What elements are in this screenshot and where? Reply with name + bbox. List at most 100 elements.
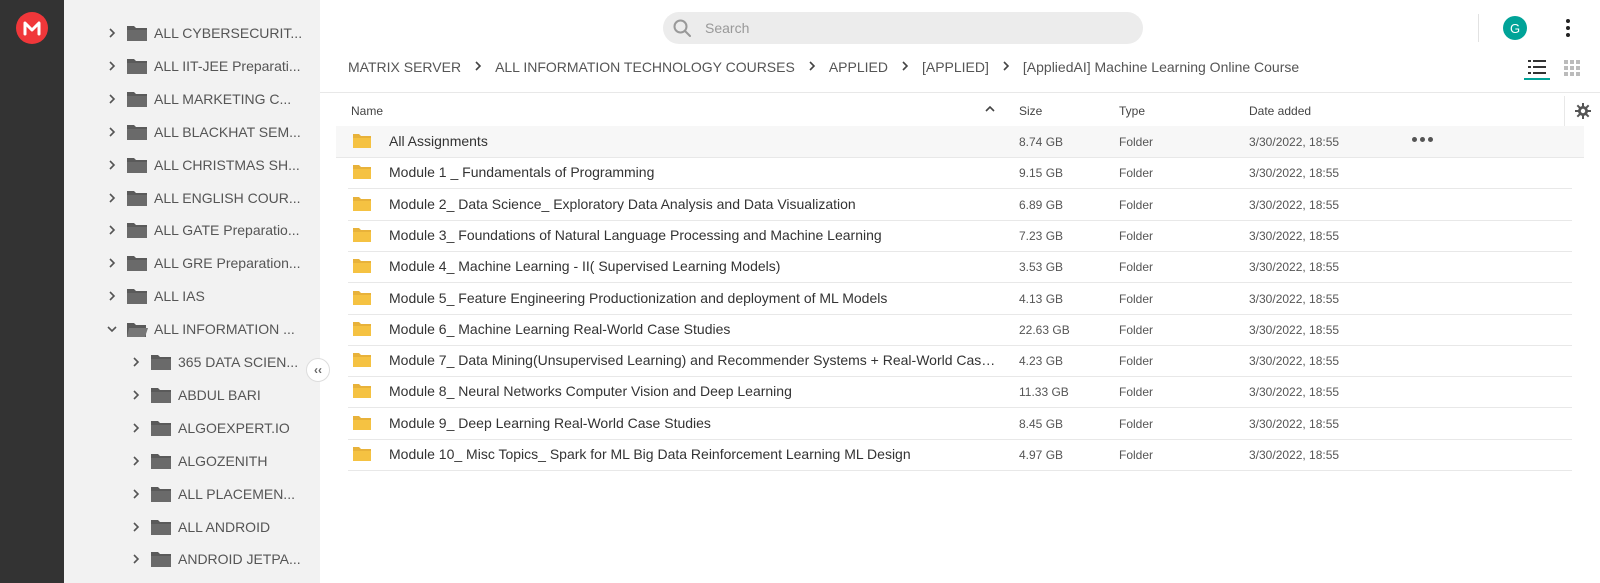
- folder-icon: [126, 156, 148, 174]
- row-name: Module 4_ Machine Learning - II( Supervi…: [389, 258, 781, 275]
- collapse-sidebar-button[interactable]: ‹‹: [306, 358, 330, 382]
- chevron-icon[interactable]: [106, 93, 118, 105]
- table-row[interactable]: Module 6_ Machine Learning Real-World Ca…: [348, 314, 1572, 346]
- table-row[interactable]: Module 4_ Machine Learning - II( Supervi…: [348, 251, 1572, 284]
- tree-item-label: ALL INFORMATION ...: [154, 321, 295, 338]
- tree-item[interactable]: ALL CYBERSECURIT...: [106, 17, 312, 49]
- row-type: Folder: [1119, 197, 1154, 212]
- folder-icon: [150, 452, 172, 470]
- row-size: 9.15 GB: [1019, 166, 1064, 181]
- tree-item[interactable]: ALL MARKETING C...: [106, 83, 312, 115]
- left-rail: [0, 0, 64, 583]
- tree-item[interactable]: ALL ENGLISH COUR...: [106, 182, 312, 214]
- tree-item[interactable]: ALL GATE Preparatio...: [106, 214, 312, 246]
- row-size: 4.13 GB: [1019, 291, 1064, 306]
- tree-item-label: ALL IIT-JEE Preparati...: [154, 57, 301, 74]
- breadcrumb-item[interactable]: APPLIED: [829, 59, 888, 75]
- tree-item-label: ALL ANDROID: [178, 518, 271, 535]
- table-row[interactable]: Module 2_ Data Science_ Exploratory Data…: [348, 189, 1572, 221]
- folder-icon: [353, 259, 371, 274]
- chevron-icon[interactable]: [130, 356, 142, 368]
- folder-icon: [353, 415, 371, 430]
- mega-logo[interactable]: [16, 12, 48, 44]
- table-header: Name Size Type Date added: [348, 100, 1572, 126]
- chevron-right-icon: [474, 60, 482, 74]
- row-type: Folder: [1119, 166, 1154, 181]
- chevron-icon[interactable]: [130, 389, 142, 401]
- chevron-icon[interactable]: [130, 422, 142, 434]
- grid-view-icon[interactable]: [1562, 58, 1582, 78]
- search-input[interactable]: [705, 20, 1105, 36]
- row-date: 3/30/2022, 18:55: [1249, 448, 1340, 462]
- column-header-name[interactable]: Name: [351, 104, 383, 118]
- folder-icon: [126, 123, 148, 141]
- list-view-icon[interactable]: [1524, 56, 1550, 80]
- tree-item[interactable]: ALGOZENITH: [130, 445, 312, 477]
- chevron-icon[interactable]: [106, 192, 118, 204]
- row-type: Folder: [1119, 135, 1154, 149]
- row-name: All Assignments: [389, 133, 488, 149]
- row-more-icon[interactable]: [1412, 137, 1433, 142]
- chevron-icon[interactable]: [106, 257, 118, 269]
- chevron-icon[interactable]: [106, 159, 118, 171]
- breadcrumb-item[interactable]: [APPLIED]: [922, 59, 989, 75]
- tree-item[interactable]: ALL PLACEMEN...: [130, 478, 312, 510]
- tree-item[interactable]: ANDROID JETPA...: [130, 543, 312, 575]
- logo-m-icon: [23, 21, 41, 36]
- tree-item[interactable]: ALL BLACKHAT SEM...: [106, 116, 312, 148]
- breadcrumb-item[interactable]: MATRIX SERVER: [348, 59, 461, 75]
- row-name: Module 7_ Data Mining(Unsupervised Learn…: [389, 352, 999, 369]
- column-header-date[interactable]: Date added: [1249, 104, 1311, 118]
- tree-item-label: ALL GRE Preparation...: [154, 255, 301, 272]
- chevron-icon[interactable]: [130, 553, 142, 565]
- search-bar[interactable]: [663, 12, 1143, 44]
- chevron-icon[interactable]: [130, 455, 142, 467]
- avatar[interactable]: G: [1503, 16, 1527, 40]
- tree-item[interactable]: ALL GRE Preparation...: [106, 247, 312, 279]
- column-header-type[interactable]: Type: [1119, 104, 1145, 118]
- table-row[interactable]: Module 9_ Deep Learning Real-World Case …: [348, 408, 1572, 440]
- tree-item[interactable]: ALL ANDROID: [130, 511, 312, 543]
- tree-item[interactable]: ALL IIT-JEE Preparati...: [106, 50, 312, 82]
- more-menu-icon[interactable]: [1560, 16, 1576, 40]
- chevron-icon[interactable]: [106, 224, 118, 236]
- folder-icon: [126, 90, 148, 108]
- tree-item[interactable]: ALL CHRISTMAS SH...: [106, 149, 312, 181]
- row-size: 11.33 GB: [1019, 385, 1069, 400]
- row-size: 4.97 GB: [1019, 448, 1064, 462]
- table-row[interactable]: Module 10_ Misc Topics_ Spark for ML Big…: [348, 439, 1572, 471]
- tree-item[interactable]: ABDUL BARI: [130, 379, 312, 411]
- column-settings-button[interactable]: [1564, 96, 1600, 126]
- chevron-icon[interactable]: [130, 521, 142, 533]
- folder-icon: [126, 24, 148, 42]
- row-date: 3/30/2022, 18:55: [1249, 197, 1340, 212]
- folder-icon: [150, 550, 172, 568]
- table-row[interactable]: Module 5_ Feature Engineering Production…: [348, 283, 1572, 315]
- chevron-icon[interactable]: [106, 60, 118, 72]
- chevron-icon[interactable]: [106, 290, 118, 302]
- tree-item[interactable]: ALGOEXPERT.IO: [130, 412, 312, 444]
- table-row[interactable]: Module 3_ Foundations of Natural Languag…: [348, 220, 1572, 252]
- table-row[interactable]: Module 1 _ Fundamentals of Programming 9.…: [348, 157, 1572, 190]
- chevron-icon[interactable]: [106, 27, 118, 39]
- breadcrumb-item[interactable]: [AppliedAI] Machine Learning Online Cour…: [1023, 59, 1299, 75]
- sort-ascending-icon[interactable]: [984, 103, 996, 115]
- row-name: Module 10_ Misc Topics_ Spark for ML Big…: [389, 446, 911, 462]
- tree-item-label: ALL IAS: [154, 288, 205, 305]
- search-icon: [673, 19, 691, 37]
- chevron-icon[interactable]: [130, 488, 142, 500]
- chevron-icon[interactable]: [106, 126, 118, 138]
- tree-item[interactable]: ALL INFORMATION ...: [106, 313, 312, 345]
- table-row[interactable]: Module 7_ Data Mining(Unsupervised Learn…: [348, 345, 1572, 378]
- tree-item[interactable]: ALL IAS: [106, 280, 312, 312]
- table-row[interactable]: All Assignments 8.74 GB Folder 3/30/2022, 1…: [336, 126, 1584, 158]
- table-row[interactable]: Module 8_ Neural Networks Computer Visio…: [348, 376, 1572, 409]
- tree-item[interactable]: 365 DATA SCIEN...: [130, 346, 312, 378]
- folder-icon: [150, 419, 172, 437]
- header-divider: [320, 92, 1600, 93]
- column-header-size[interactable]: Size: [1019, 104, 1042, 118]
- breadcrumb-item[interactable]: ALL INFORMATION TECHNOLOGY COURSES: [495, 59, 795, 75]
- row-name: Module 6_ Machine Learning Real-World Ca…: [389, 320, 731, 337]
- chevron-icon[interactable]: [106, 323, 118, 335]
- row-date: 3/30/2022, 18:55: [1249, 228, 1340, 243]
